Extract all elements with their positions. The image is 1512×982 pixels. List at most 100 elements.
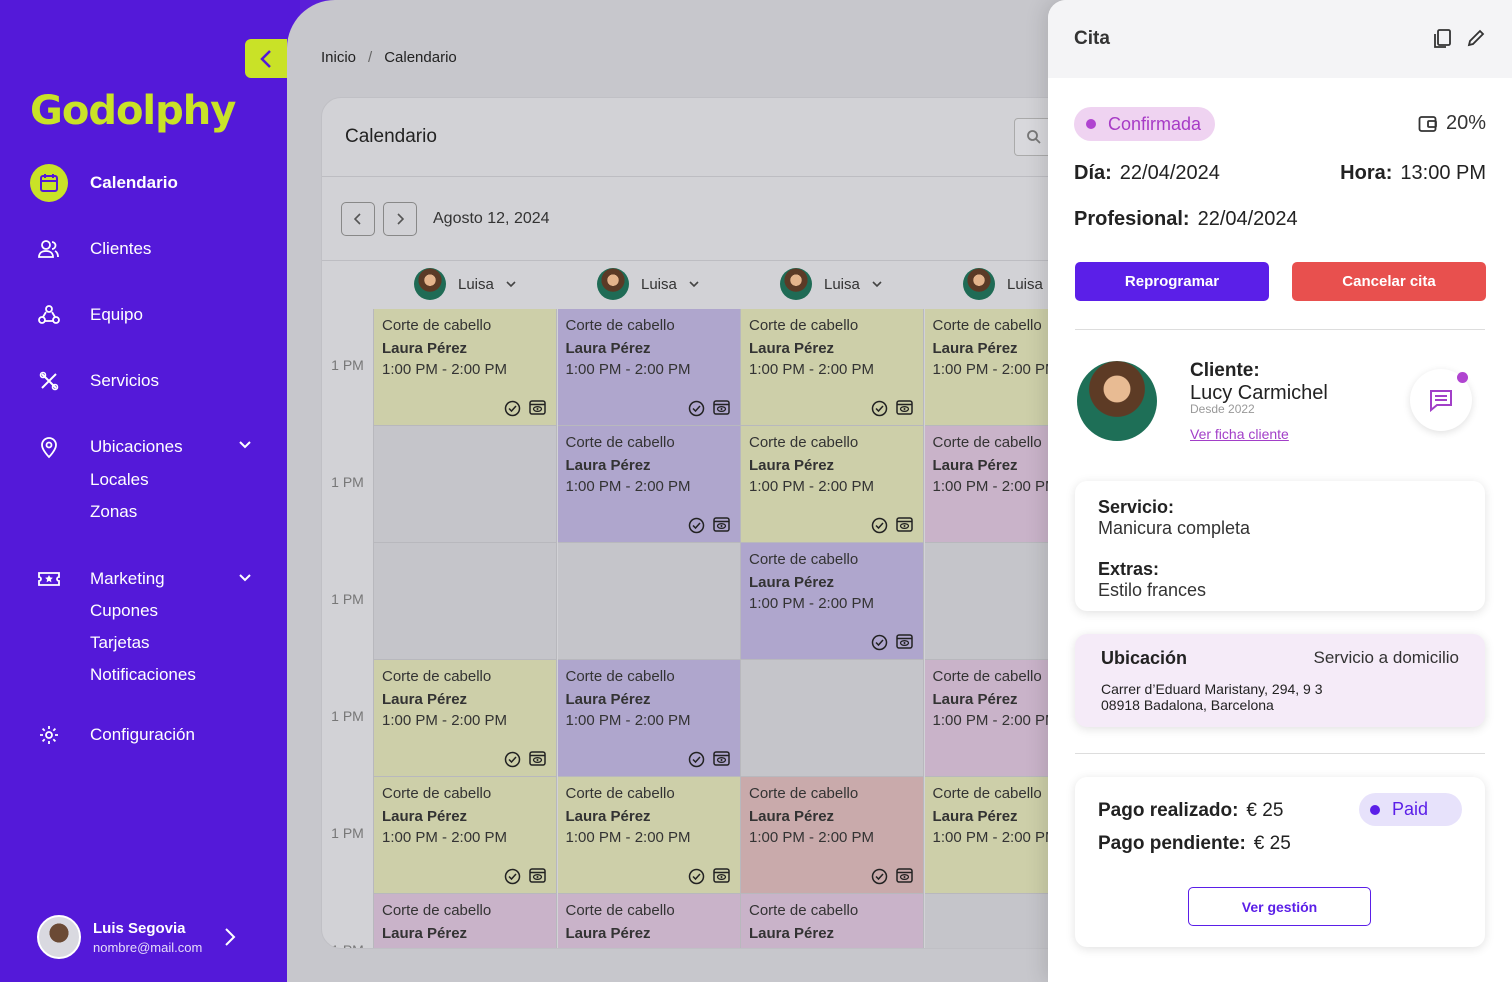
sidebar-subitem-notificaciones[interactable]: Notificaciones: [90, 665, 196, 685]
view-icon[interactable]: [529, 868, 546, 883]
view-icon[interactable]: [896, 634, 913, 649]
appointment-time: 1:00 PM - 2:00 PM: [749, 478, 875, 495]
chevron-down-icon[interactable]: [238, 440, 252, 450]
appointment-card[interactable]: Corte de cabello Laura Pérez 1:00 PM - 2:0…: [741, 777, 924, 894]
day-value: 22/04/2024: [1119, 162, 1220, 184]
client-info: Cliente: Lucy Carmichel Desde 2022 Ver f…: [1190, 360, 1328, 442]
appointment-card[interactable]: Corte de cabello Laura Pérez 1:00 PM - 2:0…: [557, 777, 741, 894]
chevron-down-icon: [872, 281, 882, 288]
appointment-time: 1:00 PM - 2:00 PM: [566, 946, 732, 948]
chevron-down-icon[interactable]: [238, 573, 252, 583]
day-label: Día:: [1074, 162, 1112, 184]
check-circle-icon[interactable]: [504, 400, 521, 417]
check-circle-icon[interactable]: [871, 868, 888, 885]
appointment-card[interactable]: Corte de cabello Laura Pérez 1:00 PM - 2:0…: [557, 309, 741, 426]
check-circle-icon[interactable]: [871, 517, 888, 534]
view-icon[interactable]: [896, 400, 913, 415]
check-circle-icon[interactable]: [504, 868, 521, 885]
appointment-time: 1:00 PM - 2:00 PM: [749, 595, 875, 612]
appointment-client: Laura Pérez: [749, 808, 835, 825]
check-circle-icon[interactable]: [871, 400, 888, 417]
sidebar-item-calendario[interactable]: Calendario: [30, 164, 178, 202]
breadcrumb-home[interactable]: Inicio: [321, 49, 356, 66]
view-icon[interactable]: [896, 517, 913, 532]
client-avatar: [1077, 361, 1157, 441]
sidebar-item-ubicaciones[interactable]: Ubicaciones: [30, 428, 183, 466]
empty-slot[interactable]: [557, 543, 741, 660]
sidebar-subitem-zonas[interactable]: Zonas: [90, 502, 137, 522]
professional-selector[interactable]: Luisa: [414, 268, 516, 300]
sidebar-item-equipo[interactable]: Equipo: [30, 296, 143, 334]
check-circle-icon[interactable]: [688, 868, 705, 885]
appointment-card[interactable]: Corte de cabello Laura Pérez 1:00 PM - 2:0…: [741, 543, 924, 660]
empty-slot[interactable]: [741, 660, 924, 777]
view-icon[interactable]: [529, 751, 546, 766]
sidebar-subitem-cupones[interactable]: Cupones: [90, 601, 158, 621]
appointment-card[interactable]: Corte de cabello Laura Pérez 1:00 PM - 2:0…: [741, 426, 924, 543]
appointment-service: Corte de cabello: [565, 317, 675, 334]
check-circle-icon[interactable]: [871, 634, 888, 651]
client-profile-link[interactable]: Ver ficha cliente: [1190, 426, 1328, 442]
prev-day-button[interactable]: [341, 202, 375, 236]
sidebar-item-configuracion[interactable]: Configuración: [30, 716, 195, 754]
appointment-client: Laura Pérez: [382, 808, 468, 825]
user-name: Luis Segovia: [93, 919, 186, 937]
check-circle-icon[interactable]: [688, 517, 705, 534]
sidebar-subitem-locales[interactable]: Locales: [90, 470, 149, 490]
professional-label: Profesional:: [1074, 208, 1190, 230]
pending-label: Pago pendiente:: [1098, 833, 1246, 854]
appointment-card[interactable]: Corte de cabello Laura Pérez 1:00 PM - 2:0…: [374, 309, 557, 426]
view-icon[interactable]: [712, 400, 730, 415]
appointment-card[interactable]: Corte de cabello Laura Pérez 1:00 PM - 2:0…: [557, 660, 741, 777]
edit-icon[interactable]: [1466, 28, 1486, 48]
appointment-card[interactable]: Corte de cabello Laura Pérez 1:00 PM - 2:0…: [374, 894, 557, 948]
collapse-sidebar-button[interactable]: [245, 39, 287, 78]
chevron-down-icon: [689, 281, 699, 288]
appointment-client: Laura Pérez: [749, 457, 835, 474]
sidebar-subitem-tarjetas[interactable]: Tarjetas: [90, 633, 150, 653]
manage-button[interactable]: Ver gestión: [1188, 887, 1371, 926]
professional-selector[interactable]: Luisa: [597, 268, 699, 300]
view-icon[interactable]: [529, 400, 546, 415]
paid-value: € 25: [1246, 800, 1284, 821]
empty-slot[interactable]: [374, 426, 557, 543]
sidebar-item-clientes[interactable]: Clientes: [30, 230, 151, 268]
reschedule-button[interactable]: Reprogramar: [1075, 262, 1269, 301]
calendar-icon: [40, 174, 58, 192]
user-profile[interactable]: Luis Segovia nombre@mail.com: [37, 915, 236, 959]
appointment-card[interactable]: Corte de cabello Laura Pérez 1:00 PM - 2:0…: [557, 426, 741, 543]
appointment-time: 1:00 PM - 2:00 PM: [749, 946, 915, 948]
avatar: [780, 268, 812, 300]
chevron-right-icon[interactable]: [224, 927, 236, 947]
check-circle-icon[interactable]: [688, 400, 705, 417]
check-circle-icon[interactable]: [504, 751, 521, 768]
sidebar-item-label: Equipo: [90, 305, 143, 324]
appointment-time: 1:00 PM - 2:00 PM: [565, 361, 691, 378]
sidebar-item-servicios[interactable]: Servicios: [30, 362, 159, 400]
appointment-card[interactable]: Corte de cabello Laura Pérez 1:00 PM - 2:0…: [557, 894, 741, 948]
view-icon[interactable]: [712, 517, 730, 532]
professional-selector[interactable]: Luisa: [963, 268, 1043, 300]
view-icon[interactable]: [896, 868, 913, 883]
appointment-card[interactable]: Corte de cabello Laura Pérez 1:00 PM - 2:0…: [374, 777, 557, 894]
next-day-button[interactable]: [383, 202, 417, 236]
ticket-icon: [38, 572, 60, 586]
sidebar-item-marketing[interactable]: Marketing: [30, 560, 165, 598]
empty-slot[interactable]: [374, 543, 557, 660]
chat-button[interactable]: [1410, 369, 1472, 431]
appointment-card[interactable]: Corte de cabello Laura Pérez 1:00 PM - 2:0…: [741, 894, 924, 948]
calendar-card: Calendario Agosto 12, 2024 Luisa Luisa L…: [321, 97, 1081, 949]
professional-name: Luisa: [824, 275, 860, 293]
appointment-card[interactable]: Corte de cabello Laura Pérez 1:00 PM - 2:0…: [374, 660, 557, 777]
professional-field: Profesional: 22/04/2024: [1074, 208, 1298, 231]
check-circle-icon[interactable]: [688, 751, 705, 768]
professional-selector[interactable]: Luisa: [780, 268, 882, 300]
view-icon[interactable]: [712, 868, 730, 883]
appointment-time: 1:00 PM - 2:00 PM: [749, 829, 875, 846]
chevron-right-icon: [397, 213, 404, 225]
appointment-card[interactable]: Corte de cabello Laura Pérez 1:00 PM - 2:0…: [741, 309, 924, 426]
appointment-client: Laura Pérez: [565, 340, 651, 357]
view-icon[interactable]: [712, 751, 730, 766]
copy-icon[interactable]: [1432, 28, 1452, 50]
cancel-appointment-button[interactable]: Cancelar cita: [1292, 262, 1486, 301]
